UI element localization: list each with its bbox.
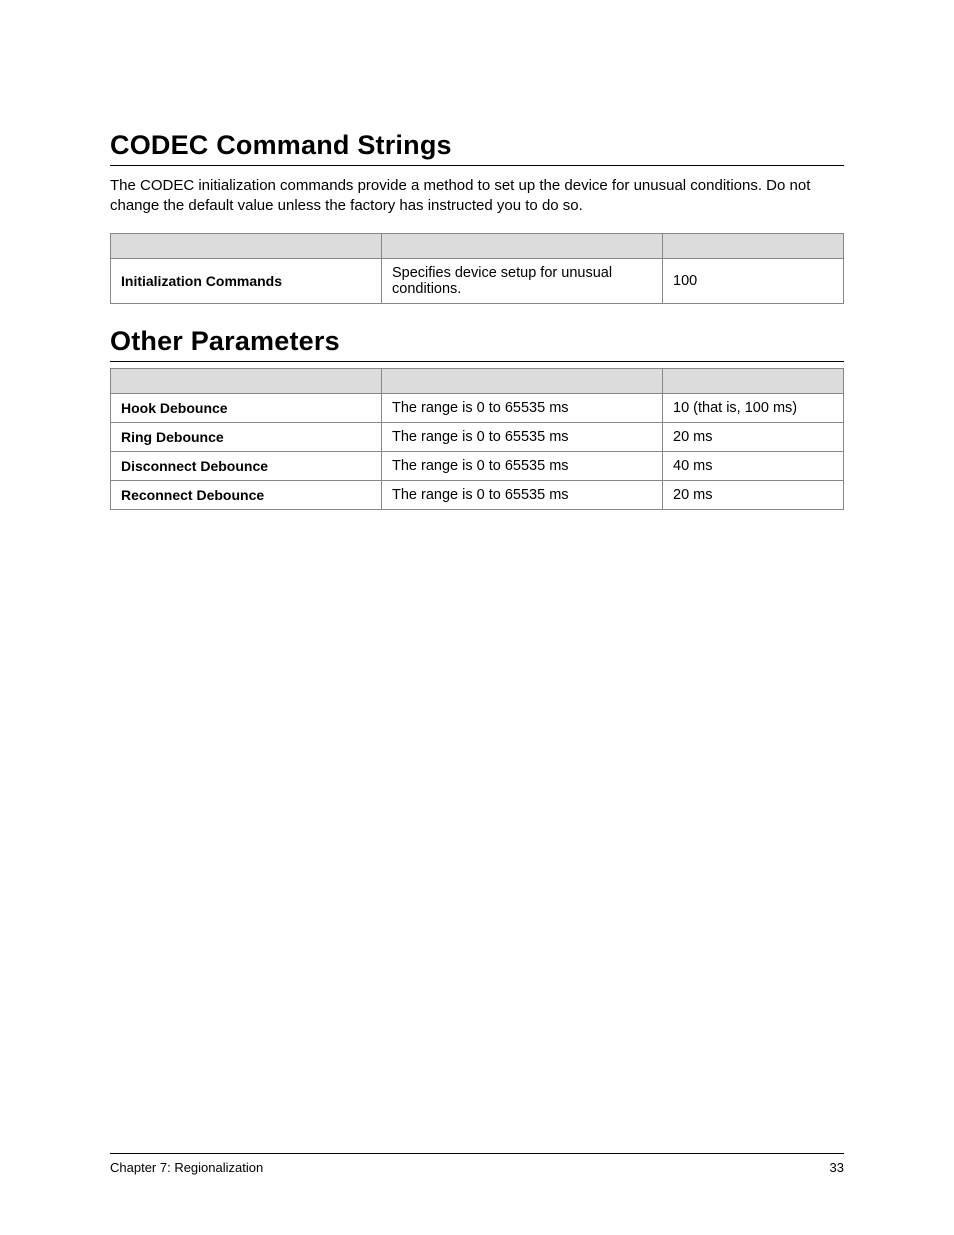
- section-paragraph-codec: The CODEC initialization commands provid…: [110, 176, 844, 215]
- table-row: Initialization Commands Specifies device…: [111, 259, 844, 304]
- table-row: Reconnect Debounce The range is 0 to 655…: [111, 481, 844, 510]
- table-header-cell: [111, 234, 382, 259]
- param-label: Initialization Commands: [111, 259, 382, 304]
- table-header-cell: [111, 369, 382, 394]
- param-desc: The range is 0 to 65535 ms: [382, 423, 663, 452]
- param-desc: The range is 0 to 65535 ms: [382, 481, 663, 510]
- table-row: Disconnect Debounce The range is 0 to 65…: [111, 452, 844, 481]
- table-header-cell: [663, 369, 844, 394]
- footer-page-number: 33: [830, 1160, 844, 1175]
- param-desc: The range is 0 to 65535 ms: [382, 452, 663, 481]
- param-desc: Specifies device setup for unusual condi…: [382, 259, 663, 304]
- param-value: 20 ms: [663, 481, 844, 510]
- footer-chapter: Chapter 7: Regionalization: [110, 1160, 263, 1175]
- param-label: Reconnect Debounce: [111, 481, 382, 510]
- param-label: Disconnect Debounce: [111, 452, 382, 481]
- section-title-codec: CODEC Command Strings: [110, 130, 844, 166]
- param-value: 100: [663, 259, 844, 304]
- param-label: Hook Debounce: [111, 394, 382, 423]
- param-desc: The range is 0 to 65535 ms: [382, 394, 663, 423]
- param-value: 40 ms: [663, 452, 844, 481]
- table-header-row: [111, 369, 844, 394]
- page-footer: Chapter 7: Regionalization 33: [110, 1153, 844, 1175]
- table-header-cell: [382, 369, 663, 394]
- param-value: 20 ms: [663, 423, 844, 452]
- page: CODEC Command Strings The CODEC initiali…: [0, 0, 954, 1235]
- codec-table: Initialization Commands Specifies device…: [110, 233, 844, 304]
- param-label: Ring Debounce: [111, 423, 382, 452]
- table-header-cell: [382, 234, 663, 259]
- section-title-other: Other Parameters: [110, 326, 844, 362]
- table-row: Hook Debounce The range is 0 to 65535 ms…: [111, 394, 844, 423]
- table-header-row: [111, 234, 844, 259]
- param-value: 10 (that is, 100 ms): [663, 394, 844, 423]
- table-header-cell: [663, 234, 844, 259]
- table-row: Ring Debounce The range is 0 to 65535 ms…: [111, 423, 844, 452]
- other-params-table: Hook Debounce The range is 0 to 65535 ms…: [110, 368, 844, 510]
